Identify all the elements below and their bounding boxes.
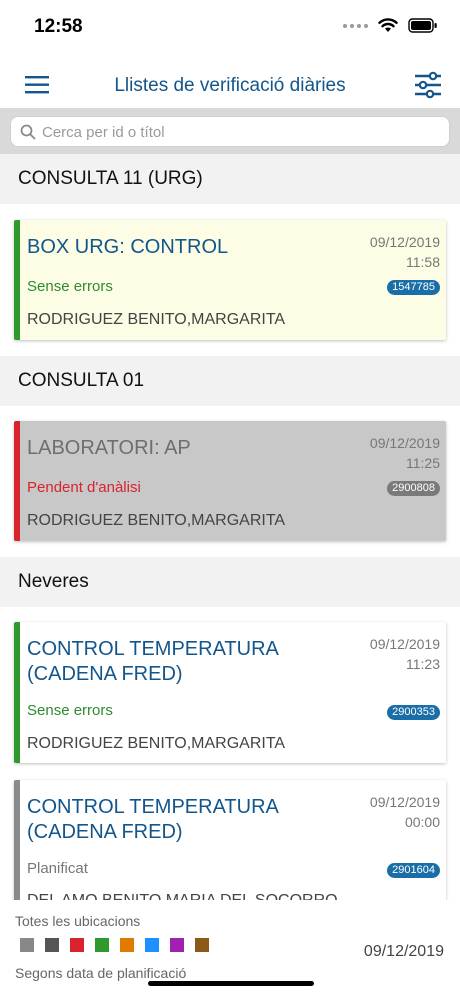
status-time: 12:58 bbox=[34, 16, 83, 37]
card-id-badge: 2900353 bbox=[387, 705, 440, 720]
section-header: Neveres bbox=[0, 557, 460, 607]
card-time: 11:25 bbox=[406, 455, 440, 471]
navigation-bar: Llistes de verificació diàries bbox=[0, 58, 460, 108]
checklist-card[interactable]: LABORATORI: AP 09/12/2019 11:25 Pendent … bbox=[14, 421, 446, 541]
search-bar bbox=[0, 108, 460, 154]
card-date: 09/12/2019 bbox=[369, 435, 440, 451]
card-datetime: 09/12/2019 11:58 bbox=[370, 232, 440, 272]
search-icon bbox=[20, 124, 36, 140]
search-box[interactable] bbox=[10, 116, 450, 147]
status-color-swatch bbox=[195, 938, 209, 952]
card-time: 11:23 bbox=[406, 656, 440, 672]
location-filter-label: Totes les ubicacions bbox=[15, 913, 141, 929]
card-title: CONTROL TEMPERATURA (CADENA FRED) bbox=[27, 638, 278, 685]
status-color-swatch bbox=[170, 938, 184, 952]
status-color-swatch bbox=[45, 938, 59, 952]
battery-icon bbox=[408, 18, 437, 33]
page-title: Llistes de verificació diàries bbox=[114, 75, 346, 96]
status-icons bbox=[343, 18, 438, 33]
status-bar: 12:58 bbox=[0, 0, 460, 58]
cellular-signal-icon bbox=[343, 23, 368, 28]
card-person: RODRIGUEZ BENITO,MARGARITA bbox=[27, 735, 286, 752]
status-color-legend bbox=[20, 938, 209, 952]
status-color-swatch bbox=[20, 938, 34, 952]
card-title: BOX URG: CONTROL bbox=[27, 236, 229, 258]
card-datetime: 09/12/2019 11:23 bbox=[370, 634, 440, 674]
card-time: 00:00 bbox=[404, 814, 440, 830]
card-person: RODRIGUEZ BENITO,MARGARITA bbox=[27, 512, 286, 529]
card-status: Sense errors bbox=[27, 278, 113, 295]
card-status: Sense errors bbox=[27, 702, 113, 719]
checklist-card[interactable]: BOX URG: CONTROL 09/12/2019 11:58 Sense … bbox=[14, 220, 446, 340]
sliders-icon bbox=[415, 71, 441, 99]
checklist-card[interactable]: CONTROL TEMPERATURA (CADENA FRED) 09/12/… bbox=[14, 622, 446, 763]
card-status: Planificat bbox=[27, 860, 88, 877]
card-id-badge: 2901604 bbox=[387, 863, 440, 878]
card-person: RODRIGUEZ BENITO,MARGARITA bbox=[27, 311, 286, 328]
status-color-swatch bbox=[70, 938, 84, 952]
filter-date: 09/12/2019 bbox=[363, 943, 444, 960]
section-header: CONSULTA 01 bbox=[0, 356, 460, 406]
card-id-badge: 2900808 bbox=[387, 481, 440, 496]
card-date: 09/12/2019 bbox=[369, 636, 440, 652]
filter-button[interactable] bbox=[414, 71, 442, 99]
card-datetime: 09/12/2019 00:00 bbox=[370, 792, 440, 832]
card-title: CONTROL TEMPERATURA (CADENA FRED) bbox=[27, 796, 278, 843]
search-input[interactable] bbox=[42, 122, 432, 142]
card-status: Pendent d'anàlisi bbox=[27, 479, 141, 496]
card-date: 09/12/2019 bbox=[369, 234, 440, 250]
section-label: Neveres bbox=[18, 571, 89, 592]
section-label: CONSULTA 01 bbox=[18, 370, 145, 391]
sort-order-label: Segons data de planificació bbox=[15, 965, 187, 981]
card-datetime: 09/12/2019 11:25 bbox=[370, 433, 440, 473]
card-date: 09/12/2019 bbox=[369, 794, 440, 810]
status-color-swatch bbox=[95, 938, 109, 952]
section-label: CONSULTA 11 (URG) bbox=[18, 168, 203, 189]
card-time: 11:58 bbox=[406, 254, 440, 270]
section-header: CONSULTA 11 (URG) bbox=[0, 154, 460, 204]
card-id-badge: 1547785 bbox=[387, 280, 440, 295]
wifi-icon bbox=[378, 18, 398, 32]
home-indicator bbox=[148, 981, 314, 986]
status-color-swatch bbox=[120, 938, 134, 952]
card-title: LABORATORI: AP bbox=[27, 437, 191, 459]
status-color-swatch bbox=[145, 938, 159, 952]
